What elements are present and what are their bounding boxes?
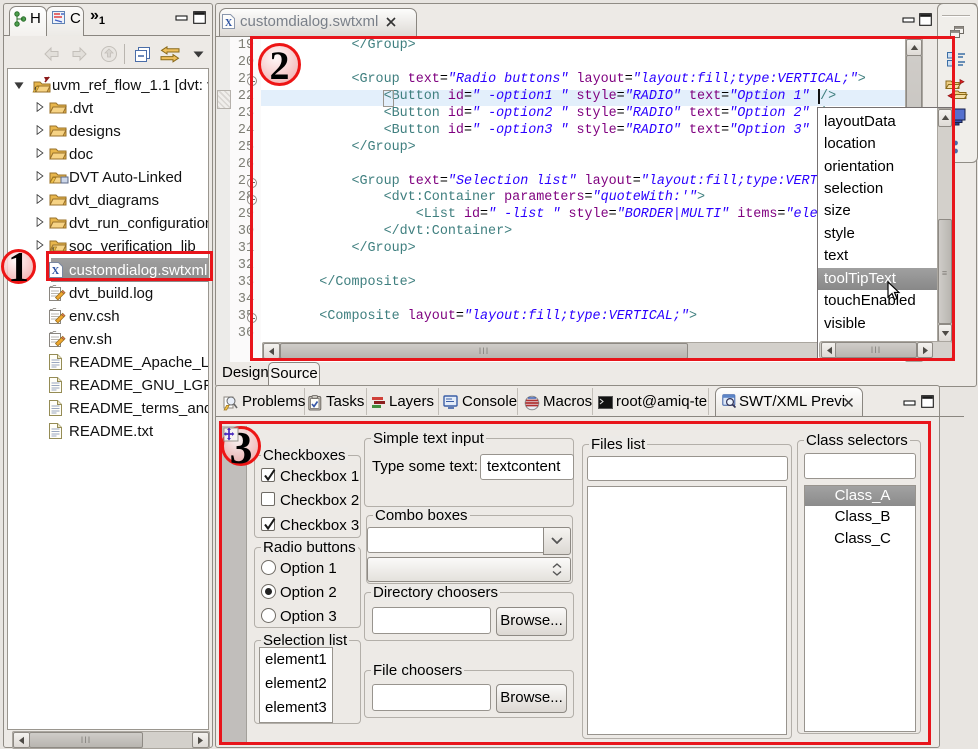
svg-text:X: X — [225, 18, 233, 29]
svg-text:!: ! — [35, 86, 37, 93]
